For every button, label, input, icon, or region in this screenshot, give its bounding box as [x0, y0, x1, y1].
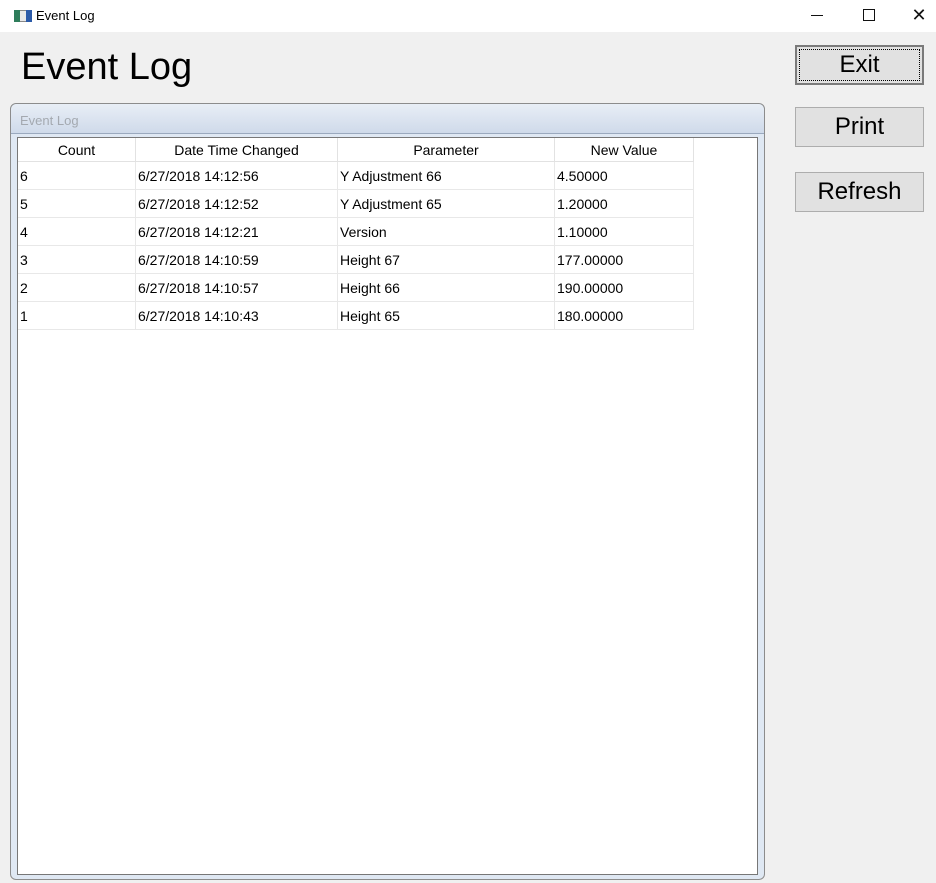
cell-new-value: 1.20000	[554, 189, 694, 218]
exit-button[interactable]: Exit	[795, 45, 924, 85]
cell-date-time: 6/27/2018 14:12:56	[135, 161, 338, 190]
cell-parameter: Height 67	[337, 245, 555, 274]
maximize-icon	[863, 9, 875, 21]
event-log-table: Count Date Time Changed Parameter New Va…	[18, 138, 694, 330]
cell-date-time: 6/27/2018 14:10:59	[135, 245, 338, 274]
app-icon	[14, 10, 32, 22]
cell-count: 6	[18, 161, 136, 190]
panel-caption-text: Event Log	[20, 113, 79, 128]
maximize-button[interactable]	[846, 0, 892, 30]
cell-parameter: Height 66	[337, 273, 555, 302]
cell-parameter: Height 65	[337, 301, 555, 330]
table-header-row: Count Date Time Changed Parameter New Va…	[18, 138, 694, 162]
cell-parameter: Y Adjustment 66	[337, 161, 555, 190]
column-header-parameter[interactable]: Parameter	[337, 138, 555, 162]
window-title: Event Log	[36, 8, 95, 23]
cell-date-time: 6/27/2018 14:12:21	[135, 217, 338, 246]
minimize-icon	[811, 14, 823, 16]
table-row[interactable]: 4 6/27/2018 14:12:21 Version 1.10000	[18, 217, 694, 246]
cell-new-value: 4.50000	[554, 161, 694, 190]
cell-new-value: 180.00000	[554, 301, 694, 330]
cell-count: 2	[18, 273, 136, 302]
table-row[interactable]: 3 6/27/2018 14:10:59 Height 67 177.00000	[18, 245, 694, 274]
cell-parameter: Version	[337, 217, 555, 246]
cell-new-value: 1.10000	[554, 217, 694, 246]
cell-count: 5	[18, 189, 136, 218]
table-row[interactable]: 5 6/27/2018 14:12:52 Y Adjustment 65 1.2…	[18, 189, 694, 218]
close-button[interactable]: ✕	[896, 0, 936, 30]
panel-caption: Event Log	[11, 104, 764, 134]
column-header-count[interactable]: Count	[18, 138, 136, 162]
cell-new-value: 190.00000	[554, 273, 694, 302]
title-bar: Event Log ✕	[0, 0, 936, 32]
close-icon: ✕	[911, 5, 927, 25]
refresh-button[interactable]: Refresh	[795, 172, 924, 212]
cell-count: 4	[18, 217, 136, 246]
minimize-button[interactable]	[794, 0, 840, 30]
column-header-date-time-changed[interactable]: Date Time Changed	[135, 138, 338, 162]
cell-count: 3	[18, 245, 136, 274]
page-title: Event Log	[21, 46, 193, 88]
cell-parameter: Y Adjustment 65	[337, 189, 555, 218]
table-row[interactable]: 6 6/27/2018 14:12:56 Y Adjustment 66 4.5…	[18, 161, 694, 190]
cell-new-value: 177.00000	[554, 245, 694, 274]
event-log-grid[interactable]: Count Date Time Changed Parameter New Va…	[17, 137, 758, 875]
cell-date-time: 6/27/2018 14:10:43	[135, 301, 338, 330]
cell-date-time: 6/27/2018 14:12:52	[135, 189, 338, 218]
table-row[interactable]: 1 6/27/2018 14:10:43 Height 65 180.00000	[18, 301, 694, 330]
cell-date-time: 6/27/2018 14:10:57	[135, 273, 338, 302]
cell-count: 1	[18, 301, 136, 330]
print-button[interactable]: Print	[795, 107, 924, 147]
table-row[interactable]: 2 6/27/2018 14:10:57 Height 66 190.00000	[18, 273, 694, 302]
column-header-new-value[interactable]: New Value	[554, 138, 694, 162]
event-log-panel: Event Log Count Date Time Changed Parame…	[10, 103, 765, 880]
